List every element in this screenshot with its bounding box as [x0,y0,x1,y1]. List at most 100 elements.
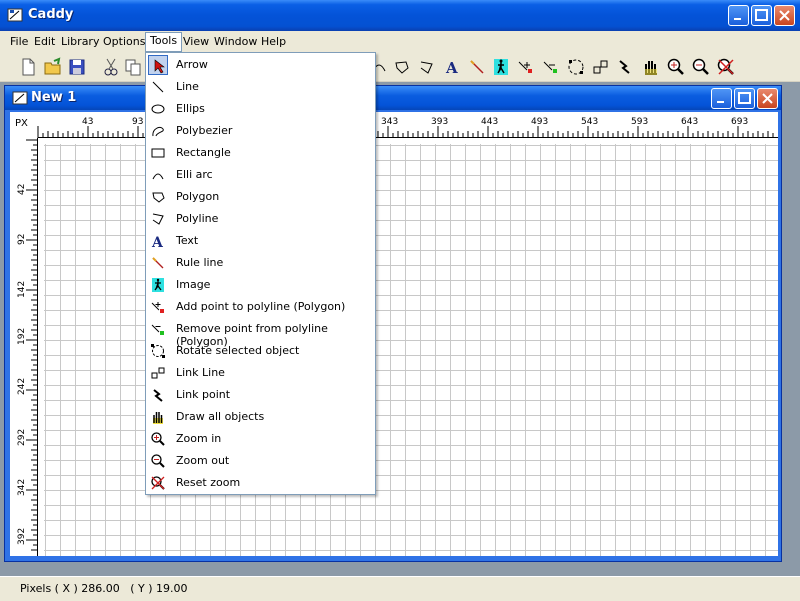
menu-help[interactable]: Help [257,33,290,51]
menu-item-add-point[interactable]: Add point to polyline (Polygon) [146,296,374,318]
menu-item-rectangle[interactable]: Rectangle [146,142,374,164]
menu-item-zoom-out[interactable]: Zoom out [146,450,374,472]
menu-item-polyline[interactable]: Polyline [146,208,374,230]
maximize-button[interactable] [751,5,772,26]
top-ruler-label: 693 [731,117,749,127]
menu-edit[interactable]: Edit [30,33,59,51]
new-file-icon [22,58,35,76]
menu-item-ellips[interactable]: Ellips [146,98,374,120]
rectangle-icon [151,148,165,158]
document-close-button[interactable] [757,88,778,109]
polygon-icon [152,192,165,203]
menu-item-polygon[interactable]: Polygon [146,186,374,208]
zoom-out-button[interactable] [690,56,712,78]
rule-line-tool-button[interactable] [466,56,488,78]
menu-item-label: Line [176,80,199,93]
menu-file[interactable]: File [6,33,32,51]
link-line-tool-button[interactable] [590,56,612,78]
zoom-in-icon [151,432,165,446]
menu-item-zoom-in[interactable]: Zoom in [146,428,374,450]
save-button[interactable] [66,56,88,78]
polyline-tool-button[interactable] [416,56,438,78]
rotate-tool-button[interactable] [565,56,587,78]
reset-zoom-button[interactable] [715,56,737,78]
app-icon [7,7,23,23]
rotate-icon [568,59,584,75]
maximize-icon [738,92,751,104]
left-ruler-label: 392 [17,527,27,545]
new-file-button[interactable] [17,56,39,78]
top-ruler-label: 393 [431,117,449,127]
close-button[interactable] [774,5,795,26]
menu-item-label: Link point [176,388,231,401]
image-icon [494,59,508,75]
image-tool-button[interactable] [490,56,512,78]
menu-item-remove-point[interactable]: Remove point from polyline (Polygon) [146,318,374,348]
polygon-tool-button[interactable] [391,56,413,78]
zoom-in-icon [667,58,684,75]
open-file-button[interactable] [42,56,64,78]
polyline-icon [152,213,164,225]
menu-item-label: Polybezier [176,124,233,137]
text-icon: A [151,235,164,249]
top-ruler-label: 543 [581,117,599,127]
menu-item-label: Rotate selected object [176,344,300,357]
save-icon [69,59,85,75]
add-point-icon [151,302,164,313]
app-title-bar[interactable] [0,0,800,31]
draw-all-button[interactable] [640,56,662,78]
document-minimize-button[interactable] [711,88,732,109]
image-icon [152,278,164,292]
open-folder-icon [44,57,61,75]
menu-item-link-point[interactable]: Link point [146,384,374,406]
menu-item-rotate[interactable]: Rotate selected object [146,340,374,362]
menu-library[interactable]: Library [57,33,103,51]
scissors-icon [104,58,118,76]
text-tool-button[interactable]: A [441,56,463,78]
copy-button[interactable] [122,56,144,78]
menu-item-polybezier[interactable]: Polybezier [146,120,374,142]
menu-item-draw-all[interactable]: Draw all objects [146,406,374,428]
add-point-tool-button[interactable] [515,56,537,78]
rule-line-icon [152,257,164,269]
menu-item-link-line[interactable]: Link Line [146,362,374,384]
menu-item-line[interactable]: Line [146,76,374,98]
remove-point-icon [543,61,557,73]
menu-item-label: Polygon [176,190,220,203]
menu-item-elli-arc[interactable]: Elli arc [146,164,374,186]
remove-point-icon [151,324,164,335]
reset-zoom-icon [151,476,165,490]
menu-tools[interactable]: Tools [145,32,183,52]
link-point-tool-button[interactable] [614,56,636,78]
menu-item-text[interactable]: A Text [146,230,374,252]
menu-view[interactable]: View [179,33,213,51]
menu-item-reset-zoom[interactable]: Reset zoom [146,472,374,494]
menu-item-arrow[interactable]: Arrow [146,54,374,76]
left-ruler-label: 342 [17,478,27,496]
menu-window[interactable]: Window [210,33,261,51]
link-line-icon [593,60,608,74]
menu-options[interactable]: Options [99,33,149,51]
document-maximize-button[interactable] [734,88,755,109]
document-icon [12,90,28,106]
top-ruler-label: 593 [631,117,649,127]
cut-button[interactable] [100,56,122,78]
arrow-icon [154,59,165,74]
close-icon [779,10,790,21]
zoom-in-button[interactable] [665,56,687,78]
minimize-button[interactable] [728,5,749,26]
top-ruler-label: 493 [531,117,549,127]
rule-line-icon [470,60,484,74]
link-point-icon [153,389,163,402]
menu-item-image[interactable]: Image [146,274,374,296]
top-ruler-label: 93 [132,117,144,127]
add-point-icon [518,61,532,73]
app-title: Caddy [28,7,74,22]
remove-point-tool-button[interactable] [540,56,562,78]
hand-icon [645,61,657,75]
polybezier-icon [152,126,164,137]
link-line-icon [151,367,165,379]
menu-item-rule-line[interactable]: Rule line [146,252,374,274]
document-title-bar[interactable] [5,86,781,110]
line-icon [152,81,164,93]
